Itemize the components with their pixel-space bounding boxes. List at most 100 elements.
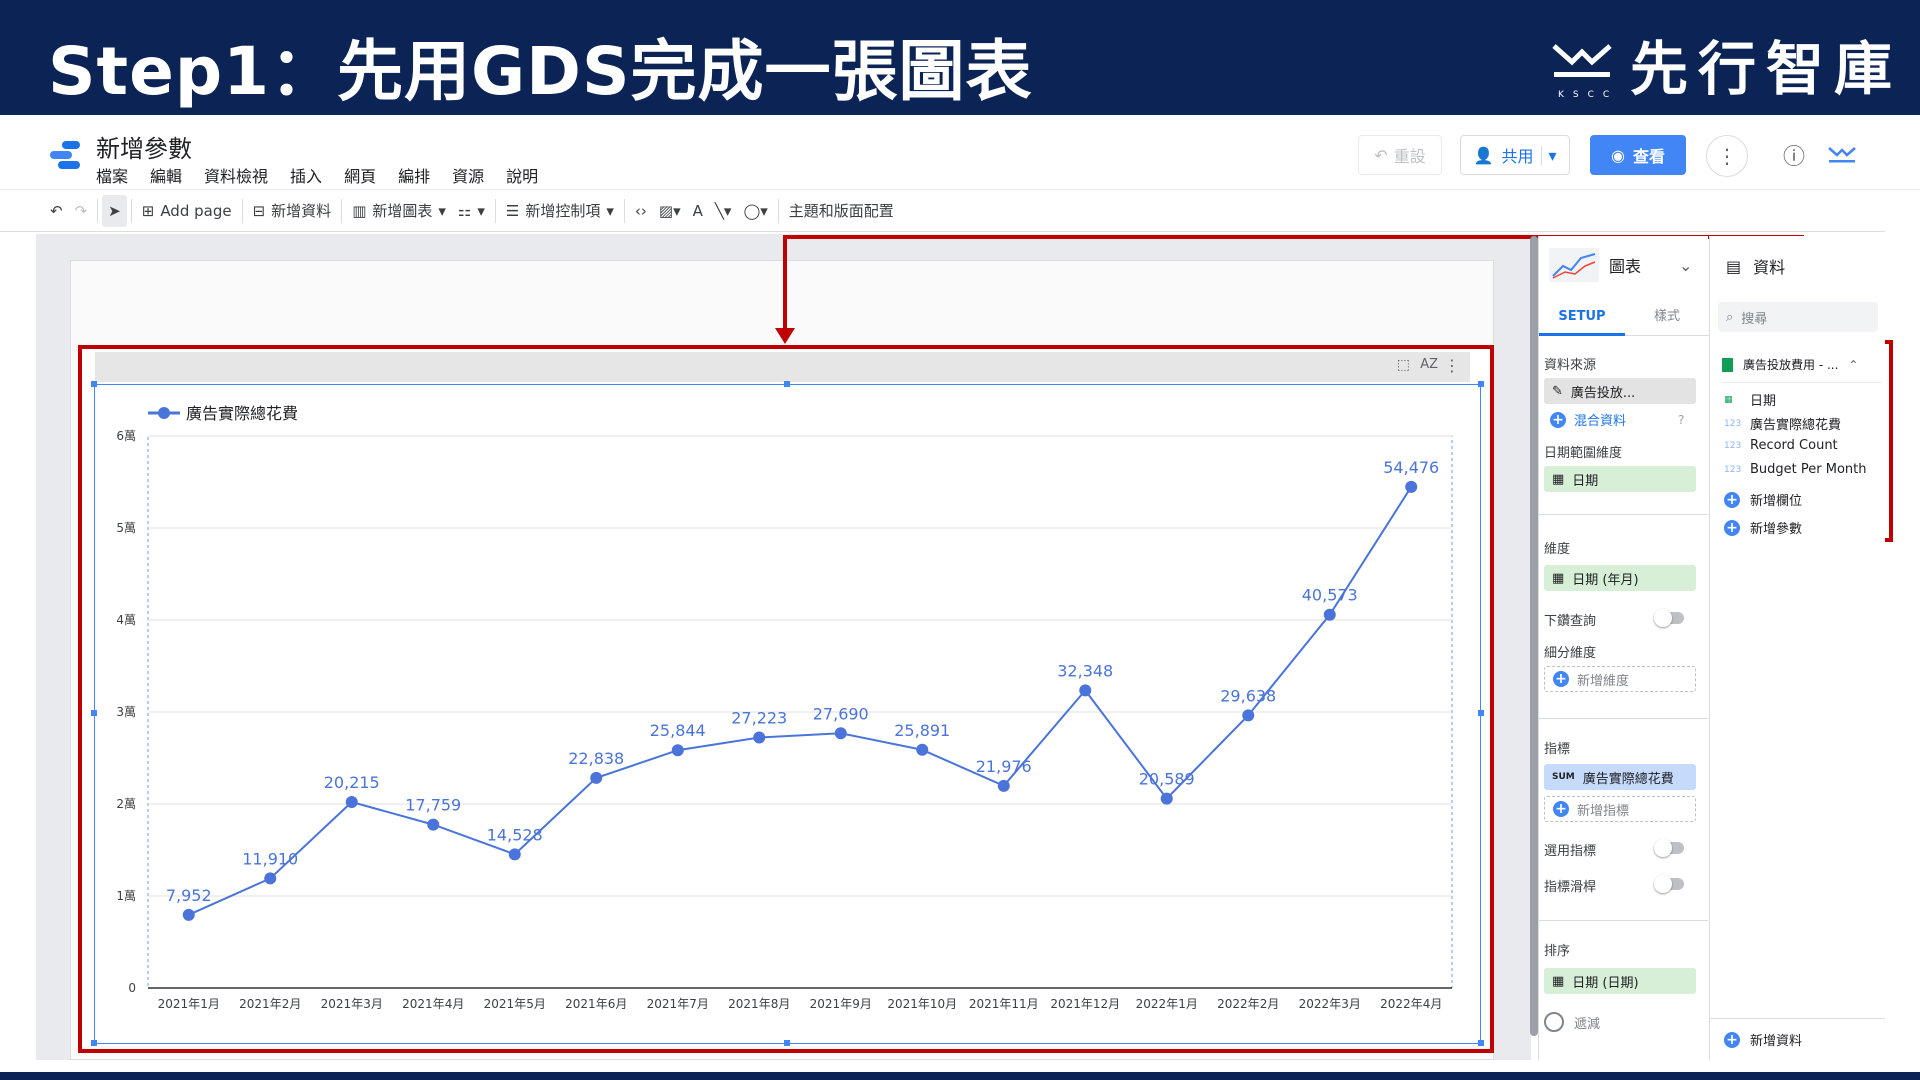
editor-toolbar: ↶ ↷ ➤ ⊞ Add page ⊟ 新增資料 ▥ 新增圖表 ▾ ⚏ ▾ ☰ 新增控制項 ▾ … <box>0 190 1885 232</box>
shape-icon[interactable]: ◯▾ <box>737 195 773 227</box>
menu-file[interactable]: 檔案 <box>96 163 128 187</box>
add-metric-button[interactable]: + 新增指標 <box>1544 796 1696 822</box>
sort-descending-radio[interactable]: 遞減 <box>1544 1012 1600 1032</box>
field-item[interactable]: 123 Record Count <box>1724 438 1838 453</box>
filter-control-icon: ☰ <box>505 201 520 220</box>
collapse-icon: ⌃ <box>1848 357 1859 372</box>
sort-label: 排序 <box>1544 944 1571 959</box>
chevron-down-icon: ⌄ <box>1679 255 1693 275</box>
optional-metrics-label: 選用指標 <box>1544 844 1597 859</box>
add-icon: + <box>1553 801 1569 817</box>
line-icon[interactable]: ╲▾ <box>709 195 738 227</box>
data-search-input[interactable]: ⌕ 搜尋 <box>1718 302 1878 332</box>
brand-logo-icon: KSCC <box>1550 32 1614 100</box>
add-data-link[interactable]: + 新增資料 <box>1724 1030 1802 1049</box>
select-pointer-icon[interactable]: ➤ <box>102 194 127 227</box>
slide-banner: Step1：先用GDS完成一張圖表 KSCC 先行智庫 <box>0 0 1920 115</box>
blend-data-link[interactable]: + 混合資料? <box>1550 410 1684 429</box>
looker-studio-logo-icon <box>50 141 80 169</box>
radio-icon <box>1544 1012 1564 1032</box>
menu-edit[interactable]: 編輯 <box>150 163 182 187</box>
add-data-button[interactable]: ⊟ 新增資料 <box>247 195 338 227</box>
optional-metrics-toggle[interactable] <box>1654 839 1684 857</box>
data-source-chip[interactable]: ✎ 廣告投放... <box>1544 378 1696 404</box>
line-chart-type-icon <box>1549 248 1599 282</box>
slide-title: Step1：先用GDS完成一張圖表 <box>48 33 1033 110</box>
menu-view[interactable]: 資料檢視 <box>204 163 268 187</box>
date-type-icon: ▦ <box>1724 394 1733 405</box>
calendar-icon: ▦ <box>1552 471 1565 487</box>
sheets-icon <box>1722 357 1733 372</box>
brand: KSCC 先行智庫 <box>1550 22 1902 106</box>
theme-layout-button[interactable]: 主題和版面配置 <box>783 195 900 227</box>
slide-bottom-bar <box>0 1072 1920 1080</box>
url-embed-icon[interactable]: ‹› <box>629 195 653 227</box>
menu-help[interactable]: 說明 <box>506 163 538 187</box>
metric-slider-toggle[interactable] <box>1654 875 1684 893</box>
dimension-label: 維度 <box>1544 542 1571 557</box>
help-icon[interactable]: ⓘ <box>1776 135 1812 175</box>
chevron-down-icon[interactable]: ▾ <box>1541 145 1556 165</box>
add-chart-icon: ▥ <box>352 201 367 220</box>
add-icon: + <box>1724 1031 1740 1048</box>
annotation-arrowhead-icon <box>775 328 795 344</box>
text-icon[interactable]: A <box>687 195 709 227</box>
add-field-link[interactable]: + 新增欄位 <box>1724 490 1802 509</box>
field-item[interactable]: 123 廣告實際總花費 <box>1724 414 1841 433</box>
add-icon: + <box>1724 519 1740 536</box>
report-title[interactable]: 新增參數 <box>96 129 192 164</box>
app-header: 新增參數 檔案 編輯 資料檢視 插入 網頁 編排 資源 說明 ↶ 重設 👤 共用… <box>0 115 1920 190</box>
breakdown-label: 細分維度 <box>1544 646 1597 661</box>
add-dimension-button[interactable]: + 新增維度 <box>1544 666 1696 692</box>
tab-style[interactable]: 樣式 <box>1625 300 1709 336</box>
menu-bar: 檔案 編輯 資料檢視 插入 網頁 編排 資源 說明 <box>96 163 538 187</box>
data-table-icon: ▤ <box>1726 256 1742 276</box>
highlight-chart-box <box>78 345 1494 1053</box>
data-source-header[interactable]: 廣告投放費用 - ... ⌃ <box>1722 356 1858 373</box>
search-icon: ⌕ <box>1726 309 1734 325</box>
add-data-icon: ⊟ <box>252 201 266 220</box>
eye-icon: ◉ <box>1611 145 1625 165</box>
view-button[interactable]: ◉ 查看 <box>1590 135 1686 175</box>
metric-chip[interactable]: SUM 廣告實際總花費 <box>1544 764 1696 790</box>
metric-slider-label: 指標滑桿 <box>1544 880 1597 895</box>
calendar-icon: ▦ <box>1552 570 1565 586</box>
menu-arrange[interactable]: 編排 <box>398 163 430 187</box>
image-icon[interactable]: ▨▾ <box>653 195 687 227</box>
reset-button[interactable]: ↶ 重設 <box>1358 135 1442 175</box>
add-chart-button[interactable]: ▥ 新增圖表 ▾ <box>346 195 452 227</box>
pencil-icon: ✎ <box>1552 383 1563 399</box>
share-button[interactable]: 👤 共用 ▾ <box>1460 135 1570 175</box>
menu-resource[interactable]: 資源 <box>452 163 484 187</box>
drilldown-label: 下鑽查詢 <box>1544 614 1597 629</box>
more-options-icon[interactable]: ⋮ <box>1706 135 1748 177</box>
tab-setup[interactable]: SETUP <box>1539 300 1625 336</box>
drilldown-toggle[interactable] <box>1654 609 1684 627</box>
redo-icon[interactable]: ↷ <box>69 195 94 227</box>
undo-icon[interactable]: ↶ <box>44 195 69 227</box>
chart-type-selector[interactable]: 圖表 ⌄ <box>1549 248 1692 282</box>
brand-small-icon <box>1822 135 1862 175</box>
data-panel-title: 資料 <box>1753 258 1786 277</box>
community-viz-button[interactable]: ⚏ ▾ <box>452 195 491 227</box>
add-icon: + <box>1550 411 1566 428</box>
properties-scrollbar[interactable] <box>1530 236 1538 1036</box>
undo-reset-icon: ↶ <box>1374 145 1388 165</box>
data-source-label: 資料來源 <box>1544 358 1597 373</box>
menu-insert[interactable]: 插入 <box>290 163 322 187</box>
community-viz-icon: ⚏ <box>457 201 472 220</box>
add-person-icon: 👤 <box>1473 145 1494 165</box>
add-parameter-link[interactable]: + 新增參數 <box>1724 518 1802 537</box>
brand-sub: KSCC <box>1557 90 1619 100</box>
field-item[interactable]: 123 Budget Per Month <box>1724 462 1867 477</box>
metric-label: 指標 <box>1544 742 1571 757</box>
dimension-chip[interactable]: ▦ 日期 (年月) <box>1544 565 1696 591</box>
add-page-button[interactable]: ⊞ Add page <box>136 195 238 227</box>
field-item[interactable]: ▦ 日期 <box>1724 390 1776 409</box>
sort-chip[interactable]: ▦ 日期 (日期) <box>1544 968 1696 994</box>
help-circle-icon: ? <box>1678 412 1685 427</box>
add-control-button[interactable]: ☰ 新增控制項 ▾ <box>500 195 620 227</box>
date-range-chip[interactable]: ▦ 日期 <box>1544 466 1696 492</box>
chevron-down-icon: ▾ <box>438 201 446 220</box>
menu-page[interactable]: 網頁 <box>344 163 376 187</box>
